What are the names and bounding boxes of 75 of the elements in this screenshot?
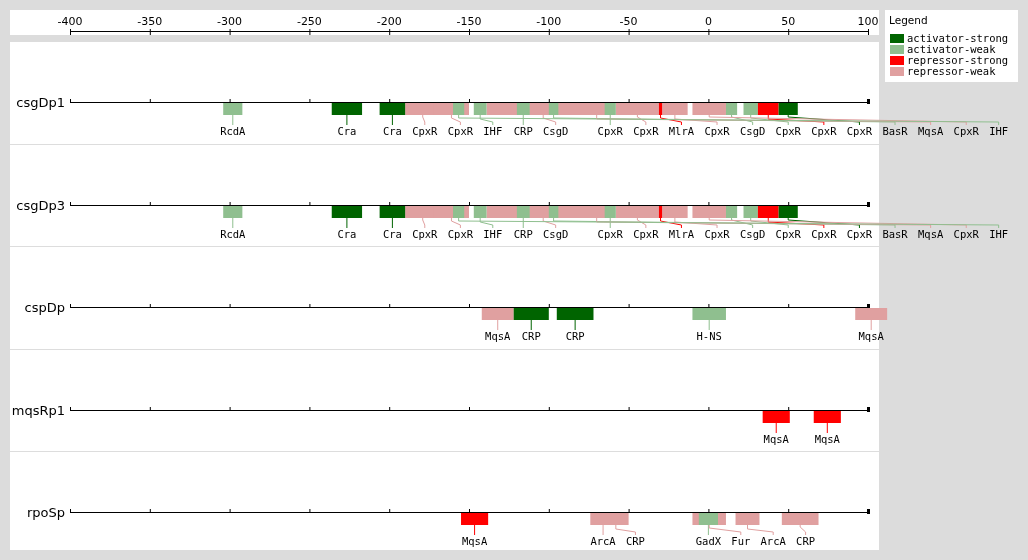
- site-label: MqsA: [461, 535, 488, 547]
- site-label: MlrA: [668, 125, 695, 137]
- promoter-label: cspDp: [24, 300, 65, 315]
- site-label: CsgD: [543, 125, 569, 137]
- site-label: CpxR: [846, 228, 873, 240]
- site-label: CpxR: [811, 125, 837, 137]
- site-label: CpxR: [412, 228, 438, 240]
- site-label: IHF: [989, 228, 1009, 240]
- site-label: MlrA: [668, 228, 695, 240]
- site-label: MqsA: [858, 330, 884, 342]
- site-label: RcdA: [220, 125, 246, 137]
- legend-title: Legend: [889, 14, 928, 26]
- site-label: CpxR: [633, 125, 659, 137]
- tick-label: -50: [619, 15, 638, 28]
- legend-label: activator-strong: [907, 32, 1009, 44]
- site-label: ArcA: [760, 535, 786, 547]
- site-label: CpxR: [447, 228, 474, 240]
- site-label: IHF: [483, 228, 503, 240]
- site-label: MqsA: [918, 125, 944, 137]
- site-label: CpxR: [597, 125, 623, 137]
- site-label: CsgD: [740, 125, 766, 137]
- site-label: IHF: [989, 125, 1009, 137]
- site-label: CRP: [796, 535, 816, 547]
- site-label: CpxR: [597, 228, 623, 240]
- site-label: RcdA: [220, 228, 246, 240]
- site-label: CpxR: [447, 125, 474, 137]
- site-label: CpxR: [704, 228, 730, 240]
- site-label: CpxR: [953, 125, 979, 137]
- site-label: Cra: [337, 228, 357, 240]
- promoter-label: csgDp1: [16, 95, 65, 110]
- site-label: CpxR: [633, 228, 659, 240]
- site-label: CRP: [513, 125, 533, 137]
- site-label: CpxR: [846, 125, 873, 137]
- site-label: CRP: [521, 330, 541, 342]
- site-label: MqsA: [763, 433, 789, 445]
- legend-label: activator-weak: [907, 43, 996, 55]
- site-label: CpxR: [953, 228, 979, 240]
- site-label: Fur: [731, 535, 751, 547]
- legend-label: repressor-weak: [907, 65, 996, 77]
- site-label: CRP: [513, 228, 533, 240]
- site-label: CpxR: [704, 125, 730, 137]
- tick-label: -150: [456, 15, 482, 28]
- tick-label: 50: [781, 15, 796, 28]
- tick-label: -100: [536, 15, 562, 28]
- site-label: CRP: [626, 535, 645, 547]
- tick-label: -200: [376, 15, 402, 28]
- site-label: CpxR: [412, 125, 438, 137]
- tick-label: -250: [296, 15, 322, 28]
- site-label: IHF: [483, 125, 503, 137]
- site-label: MqsA: [485, 330, 511, 342]
- promoter-label: mqsRp1: [11, 403, 65, 418]
- site-label: GadX: [695, 535, 722, 547]
- tick-label: -300: [217, 15, 243, 28]
- legend-label: repressor-strong: [907, 54, 1009, 66]
- site-label: CsgD: [543, 228, 569, 240]
- site-label: CsgD: [740, 228, 766, 240]
- site-label: Cra: [337, 125, 357, 137]
- site-label: Cra: [382, 125, 402, 137]
- site-label: CpxR: [775, 228, 801, 240]
- tick-label: 100: [857, 15, 879, 28]
- site-label: Cra: [382, 228, 402, 240]
- promoter-label: csgDp3: [16, 198, 65, 213]
- site-label: H-NS: [696, 330, 722, 342]
- site-label: CRP: [565, 330, 585, 342]
- promoter-label: rpoSp: [26, 505, 65, 520]
- site-label: ArcA: [590, 535, 616, 547]
- site-label: CpxR: [811, 228, 837, 240]
- site-label: MqsA: [814, 433, 840, 445]
- tick-label: -400: [57, 15, 83, 28]
- tick-label: 0: [704, 15, 712, 28]
- site-label: MqsA: [918, 228, 944, 240]
- tick-label: -350: [137, 15, 163, 28]
- site-label: CpxR: [775, 125, 801, 137]
- site-label: BasR: [882, 125, 908, 137]
- site-label: BasR: [882, 228, 908, 240]
